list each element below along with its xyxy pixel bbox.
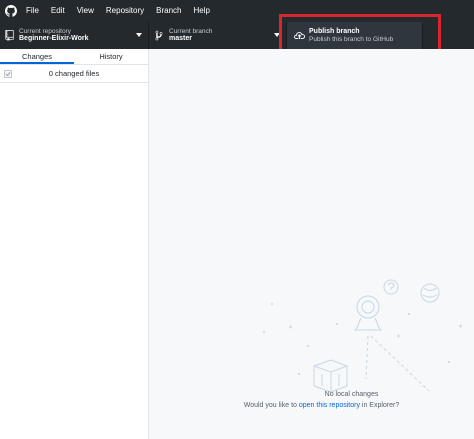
open-repository-link[interactable]: open this repository	[299, 402, 360, 409]
repository-name: Beginner-Elixir-Work	[19, 35, 89, 43]
current-repository-button[interactable]: Current repository Beginner-Elixir-Work	[0, 22, 149, 49]
menu-view[interactable]: View	[71, 0, 100, 22]
publish-branch-subtitle: Publish this branch to GitHub	[309, 35, 394, 43]
changed-files-header: 0 changed files	[0, 65, 148, 83]
publish-branch-button[interactable]: Publish branch Publish this branch to Gi…	[287, 22, 423, 49]
empty-state-prefix: Would you like to	[243, 402, 299, 409]
planet-icon	[420, 283, 440, 303]
check-icon	[5, 72, 11, 77]
repository-dropdown-caret-icon	[136, 33, 142, 37]
menu-repository[interactable]: Repository	[100, 0, 150, 22]
tab-changes[interactable]: Changes	[0, 49, 74, 64]
empty-state-subtitle: Would you like to open this repository i…	[169, 400, 474, 411]
branch-dropdown-caret-icon	[274, 33, 280, 37]
select-all-checkbox[interactable]	[4, 70, 12, 78]
menu-bar: File Edit View Repository Branch Help	[0, 0, 474, 22]
menu-branch[interactable]: Branch	[150, 0, 187, 22]
branch-icon	[153, 29, 165, 43]
menu-file[interactable]: File	[22, 0, 45, 22]
empty-state-suffix: in Explorer?	[359, 402, 400, 409]
github-logo-icon	[0, 0, 22, 22]
question-bubble-icon	[383, 279, 399, 295]
toolbar: Current repository Beginner-Elixir-Work …	[0, 22, 474, 49]
cloud-upload-icon	[293, 29, 305, 43]
menu-edit[interactable]: Edit	[45, 0, 71, 22]
sidebar-tabs: Changes History	[0, 49, 148, 65]
menu-help[interactable]: Help	[188, 0, 216, 22]
branch-name: master	[169, 35, 192, 43]
changed-files-count: 0 changed files	[48, 69, 100, 78]
empty-state-message: No local changes Would you like to open …	[149, 389, 474, 411]
empty-state-title: No local changes	[324, 391, 379, 398]
branch-caption: Current branch	[169, 27, 213, 35]
repository-caption: Current repository	[19, 27, 72, 35]
changes-sidebar: Changes History 0 changed files	[0, 49, 149, 439]
tab-history[interactable]: History	[74, 49, 148, 64]
repository-icon	[3, 29, 15, 43]
main-panel: No local changes Would you like to open …	[149, 49, 474, 439]
publish-branch-title: Publish branch	[309, 27, 360, 35]
satellite-icon	[356, 295, 380, 319]
current-branch-button[interactable]: Current branch master	[149, 22, 287, 49]
